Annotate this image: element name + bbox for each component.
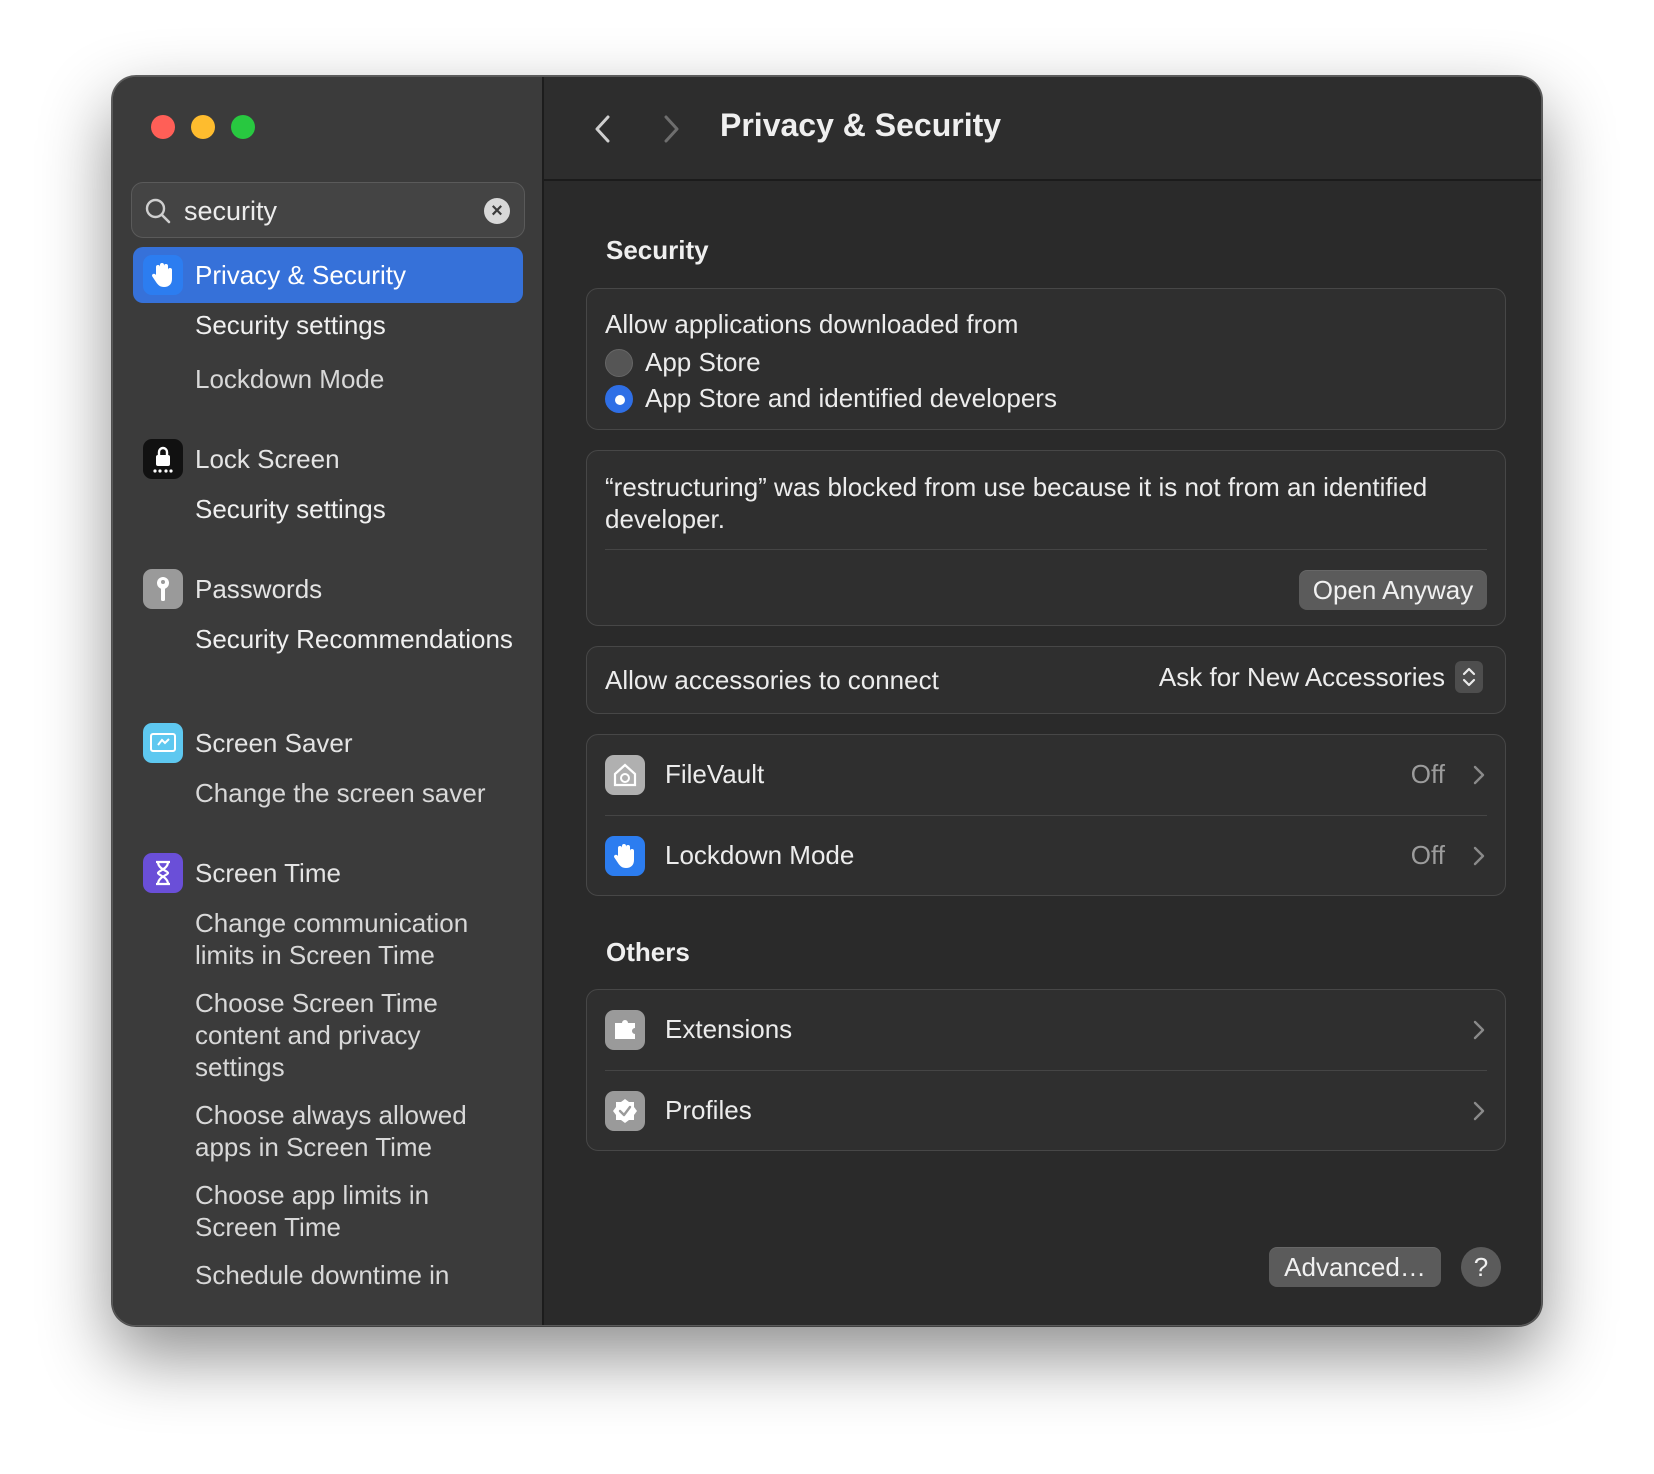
sidebar-subitem[interactable]: Lockdown Mode xyxy=(195,363,515,395)
sidebar-subitem[interactable]: Change communication limits in Screen Ti… xyxy=(195,907,515,971)
others-card: Extensions Profiles xyxy=(586,989,1506,1151)
settings-window: × Privacy & Security Security settings L… xyxy=(112,76,1542,1326)
accessories-label: Allow accessories to connect xyxy=(605,665,939,695)
updown-chevron-icon xyxy=(1455,661,1483,693)
row-extensions[interactable]: Extensions xyxy=(587,990,1505,1070)
sidebar-item-label: Lock Screen xyxy=(195,443,340,474)
sidebar-subitem[interactable]: Security Recommendations xyxy=(195,623,515,655)
radio-button[interactable] xyxy=(605,348,633,377)
toolbar: Privacy & Security xyxy=(544,77,1541,181)
radio-button-selected[interactable] xyxy=(605,384,633,413)
screen-saver-icon xyxy=(143,723,183,763)
section-heading-security: Security xyxy=(606,235,709,265)
chevron-right-icon xyxy=(1473,765,1485,785)
divider xyxy=(605,549,1487,550)
lock-screen-icon xyxy=(143,439,183,479)
sidebar-item-lock-screen[interactable]: Lock Screen xyxy=(133,431,523,487)
open-anyway-button[interactable]: Open Anyway xyxy=(1299,570,1487,610)
radio-label: App Store xyxy=(645,347,761,377)
radio-label: App Store and identified developers xyxy=(645,383,1057,413)
security-rows-card: FileVault Off Lockdown Mode Off xyxy=(586,734,1506,896)
chevron-left-icon[interactable] xyxy=(588,109,618,149)
search-field[interactable]: × xyxy=(131,182,525,238)
sidebar-item-screen-saver[interactable]: Screen Saver xyxy=(133,715,523,771)
hand-raised-icon xyxy=(143,255,183,295)
sidebar-subitem[interactable]: Choose app limits in Screen Time xyxy=(195,1179,515,1243)
sidebar-subitem[interactable]: Security settings xyxy=(195,309,515,341)
clear-x-icon[interactable]: × xyxy=(484,198,510,224)
blocked-app-card: “restructuring” was blocked from use bec… xyxy=(586,450,1506,626)
chevron-right-icon[interactable] xyxy=(656,109,686,149)
close-window-button[interactable] xyxy=(151,115,175,139)
window-controls xyxy=(151,115,255,139)
search-input[interactable] xyxy=(184,191,464,231)
help-button[interactable]: ? xyxy=(1461,1247,1501,1287)
accessories-popup[interactable]: Ask for New Accessories xyxy=(1159,661,1483,693)
page-title: Privacy & Security xyxy=(720,107,1002,143)
row-label: FileVault xyxy=(665,759,765,789)
allow-apps-label: Allow applications downloaded from xyxy=(605,309,1019,339)
main-pane: Privacy & Security Security Allow applic… xyxy=(544,77,1541,1325)
sidebar-subitem[interactable]: Change the screen saver xyxy=(195,777,515,809)
minimize-window-button[interactable] xyxy=(191,115,215,139)
sidebar-subitem[interactable]: Choose Screen Time content and privacy s… xyxy=(195,987,515,1083)
row-label: Extensions xyxy=(665,1014,793,1044)
magnifier-icon xyxy=(145,198,171,224)
accessories-card: Allow accessories to connect Ask for New… xyxy=(586,646,1506,714)
key-icon xyxy=(143,569,183,609)
row-profiles[interactable]: Profiles xyxy=(587,1071,1505,1151)
radio-app-store[interactable]: App Store xyxy=(605,347,761,378)
blocked-message: “restructuring” was blocked from use bec… xyxy=(605,472,1428,534)
zoom-window-button[interactable] xyxy=(231,115,255,139)
chevron-right-icon xyxy=(1473,1020,1485,1040)
sidebar-subitem[interactable]: Schedule downtime in xyxy=(195,1259,515,1291)
sidebar-item-privacy-security[interactable]: Privacy & Security xyxy=(133,247,523,303)
allow-apps-card: Allow applications downloaded from App S… xyxy=(586,288,1506,430)
row-value: Off xyxy=(1410,840,1445,870)
checkmark-badge-icon xyxy=(605,1091,645,1131)
section-heading-others: Others xyxy=(606,937,690,967)
hand-raised-icon xyxy=(605,836,645,876)
row-filevault[interactable]: FileVault Off xyxy=(587,735,1505,815)
sidebar-subitem[interactable]: Security settings xyxy=(195,493,515,525)
row-label: Profiles xyxy=(665,1095,752,1125)
radio-app-store-identified[interactable]: App Store and identified developers xyxy=(605,383,1057,414)
accessories-value: Ask for New Accessories xyxy=(1158,661,1445,692)
row-label: Lockdown Mode xyxy=(665,840,855,870)
sidebar-item-screen-time[interactable]: Screen Time xyxy=(133,845,523,901)
sidebar-item-label: Privacy & Security xyxy=(195,259,406,290)
sidebar-item-label: Screen Saver xyxy=(195,727,353,758)
chevron-right-icon xyxy=(1473,846,1485,866)
filevault-icon xyxy=(605,755,645,795)
chevron-right-icon xyxy=(1473,1101,1485,1121)
hourglass-icon xyxy=(143,853,183,893)
sidebar: × Privacy & Security Security settings L… xyxy=(113,77,544,1325)
row-lockdown-mode[interactable]: Lockdown Mode Off xyxy=(587,816,1505,896)
advanced-button[interactable]: Advanced… xyxy=(1269,1247,1441,1287)
sidebar-item-label: Passwords xyxy=(195,573,323,604)
sidebar-item-label: Screen Time xyxy=(195,857,341,888)
row-value: Off xyxy=(1410,759,1445,789)
sidebar-item-passwords[interactable]: Passwords xyxy=(133,561,523,617)
puzzle-piece-icon xyxy=(605,1010,645,1050)
sidebar-subitem[interactable]: Choose always allowed apps in Screen Tim… xyxy=(195,1099,515,1163)
